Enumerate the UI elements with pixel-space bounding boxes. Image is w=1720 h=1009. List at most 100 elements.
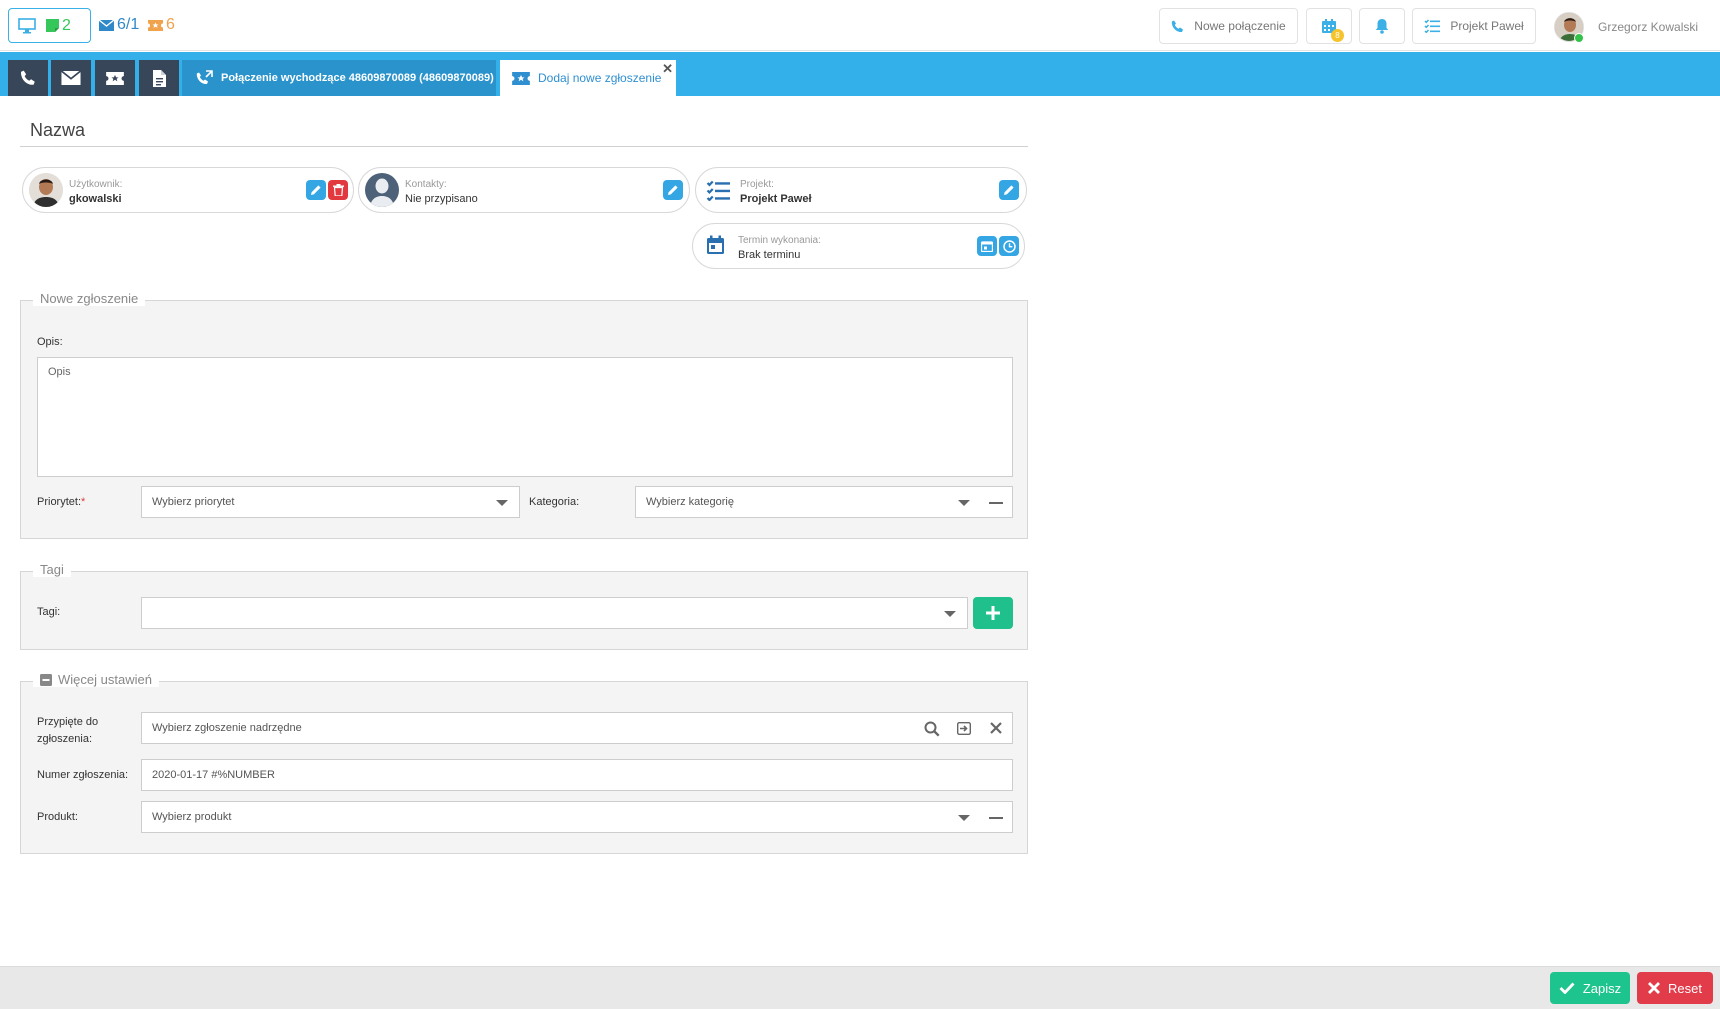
parent-ticket-value: Wybierz zgłoszenie nadrzędne [152, 722, 302, 734]
add-tag-button[interactable] [973, 597, 1013, 629]
priority-select[interactable]: Wybierz priorytet [141, 486, 520, 518]
attached-label: Przypięte do zgłoszenia: [37, 714, 98, 748]
project-pill: Projekt: Projekt Paweł [695, 167, 1027, 213]
mail-count: 6/1 [117, 16, 140, 33]
priority-label-text: Priorytet: [37, 496, 82, 508]
document-icon [152, 69, 166, 87]
reset-label: Reset [1668, 980, 1702, 996]
ticket-counter[interactable]: 6 [148, 16, 175, 34]
parent-ticket-select[interactable]: Wybierz zgłoszenie nadrzędne [141, 712, 1013, 744]
clear-icon[interactable] [990, 722, 1002, 734]
close-icon [1648, 982, 1661, 994]
task-list-icon [1424, 19, 1441, 33]
priority-select-value: Wybierz priorytet [152, 496, 235, 508]
bell-icon [1375, 18, 1389, 34]
contacts-pill: Kontakty: Nie przypisano [358, 167, 690, 213]
deadline-value: Brak terminu [738, 249, 801, 261]
chevron-down-icon[interactable] [958, 815, 970, 821]
chevron-down-icon [944, 611, 956, 617]
new-ticket-fieldset: Nowe zgłoszenie Opis: Opis Priorytet:* W… [20, 291, 1028, 539]
edit-project-button[interactable] [999, 180, 1019, 200]
ticket-number-value: 2020-01-17 #%NUMBER [152, 769, 275, 781]
calendar-icon [706, 235, 725, 255]
tags-legend: Tagi [33, 562, 71, 577]
deadline-label: Termin wykonania: [738, 235, 821, 246]
ticket-count: 6 [166, 16, 175, 33]
new-ticket-legend: Nowe zgłoszenie [33, 291, 146, 306]
product-select[interactable]: Wybierz produkt [141, 801, 1013, 833]
new-call-button[interactable]: Nowe połączenie [1159, 8, 1298, 44]
edit-user-button[interactable] [306, 180, 326, 200]
top-bar: 2 6/1 6 Nowe połączenie 8 Projekt Paweł … [0, 0, 1720, 51]
phone-icon [20, 70, 36, 86]
pencil-icon [667, 184, 679, 196]
ticket-number-label: Numer zgłoszenia: [37, 769, 129, 781]
tab-calls[interactable] [8, 60, 48, 96]
tab-documents[interactable] [139, 60, 179, 96]
title-divider [20, 146, 1028, 147]
tab-bar: Połączenie wychodzące 48609870089 (48609… [0, 52, 1720, 96]
category-select[interactable]: Wybierz kategorię [635, 486, 1013, 518]
project-button[interactable]: Projekt Paweł [1412, 8, 1536, 44]
online-status-indicator [1574, 33, 1584, 43]
new-ticket-legend-text: Nowe zgłoszenie [40, 291, 139, 306]
pencil-icon [1003, 184, 1015, 196]
ticket-number-input[interactable]: 2020-01-17 #%NUMBER [141, 759, 1013, 791]
outgoing-call-icon [196, 70, 213, 86]
more-settings-toggle[interactable]: Więcej ustawień [33, 672, 159, 687]
tab-mail[interactable] [51, 60, 91, 96]
user-pill: Użytkownik: gkowalski [22, 167, 354, 213]
check-icon [1559, 982, 1575, 994]
notifications-button[interactable] [1359, 8, 1405, 44]
category-label: Kategoria: [529, 496, 580, 508]
envelope-icon [61, 71, 81, 85]
calendar-button[interactable]: 8 [1306, 8, 1352, 44]
save-label: Zapisz [1582, 980, 1622, 996]
footer-bar: Zapisz Reset [0, 966, 1720, 1009]
tab-tickets[interactable] [95, 60, 135, 96]
contacts-label: Kontakty: [405, 179, 447, 190]
search-icon[interactable] [924, 721, 940, 737]
set-time-button[interactable] [999, 236, 1019, 256]
minus-icon[interactable] [989, 817, 1003, 819]
mail-counter[interactable]: 6/1 [99, 16, 139, 34]
tags-label: Tagi: [37, 606, 61, 618]
contacts-value: Nie przypisano [405, 193, 478, 205]
contact-avatar-placeholder [365, 173, 399, 207]
page-title: Nazwa [30, 120, 86, 140]
tags-fieldset: Tagi Tagi: [20, 562, 1028, 650]
product-select-value: Wybierz produkt [152, 811, 232, 823]
user-label: Użytkownik: [69, 179, 123, 190]
trash-icon [332, 184, 344, 196]
phone-icon [1171, 20, 1184, 33]
set-date-button[interactable] [977, 236, 997, 256]
open-link-icon[interactable] [957, 722, 971, 735]
user-name: Grzegorz Kowalski [1598, 20, 1699, 34]
close-icon[interactable]: ✕ [662, 61, 673, 77]
attached-label-line2: zgłoszenia: [37, 733, 93, 745]
pencil-icon [310, 184, 322, 196]
delete-user-button[interactable] [328, 180, 348, 200]
sticky-note-icon [46, 19, 59, 32]
collapse-icon [40, 673, 52, 686]
chevron-down-icon[interactable] [958, 500, 970, 506]
ticket-icon [148, 19, 163, 31]
description-textarea[interactable]: Opis [37, 357, 1013, 477]
edit-contacts-button[interactable] [663, 180, 683, 200]
minus-icon[interactable] [989, 502, 1003, 504]
tab-outgoing-call[interactable]: Połączenie wychodzące 48609870089 (48609… [182, 60, 496, 96]
calendar-icon [981, 240, 993, 252]
more-settings-fieldset: Więcej ustawień Przypięte do zgłoszenia: … [20, 672, 1028, 854]
envelope-icon [99, 19, 114, 31]
tags-select[interactable] [141, 597, 968, 629]
more-settings-legend-text: Więcej ustawień [58, 672, 152, 687]
tab-new-ticket[interactable]: Dodaj nowe zgłoszenie ✕ [500, 60, 676, 96]
attached-label-line1: Przypięte do [37, 716, 99, 728]
task-list-icon [706, 180, 730, 201]
new-call-label: Nowe połączenie [1194, 19, 1286, 33]
workstation-status-button[interactable]: 2 [8, 8, 91, 43]
reset-button[interactable]: Reset [1637, 972, 1713, 1004]
tab-new-ticket-label: Dodaj nowe zgłoszenie [538, 71, 662, 85]
save-button[interactable]: Zapisz [1550, 972, 1630, 1004]
monitor-icon [18, 17, 36, 34]
